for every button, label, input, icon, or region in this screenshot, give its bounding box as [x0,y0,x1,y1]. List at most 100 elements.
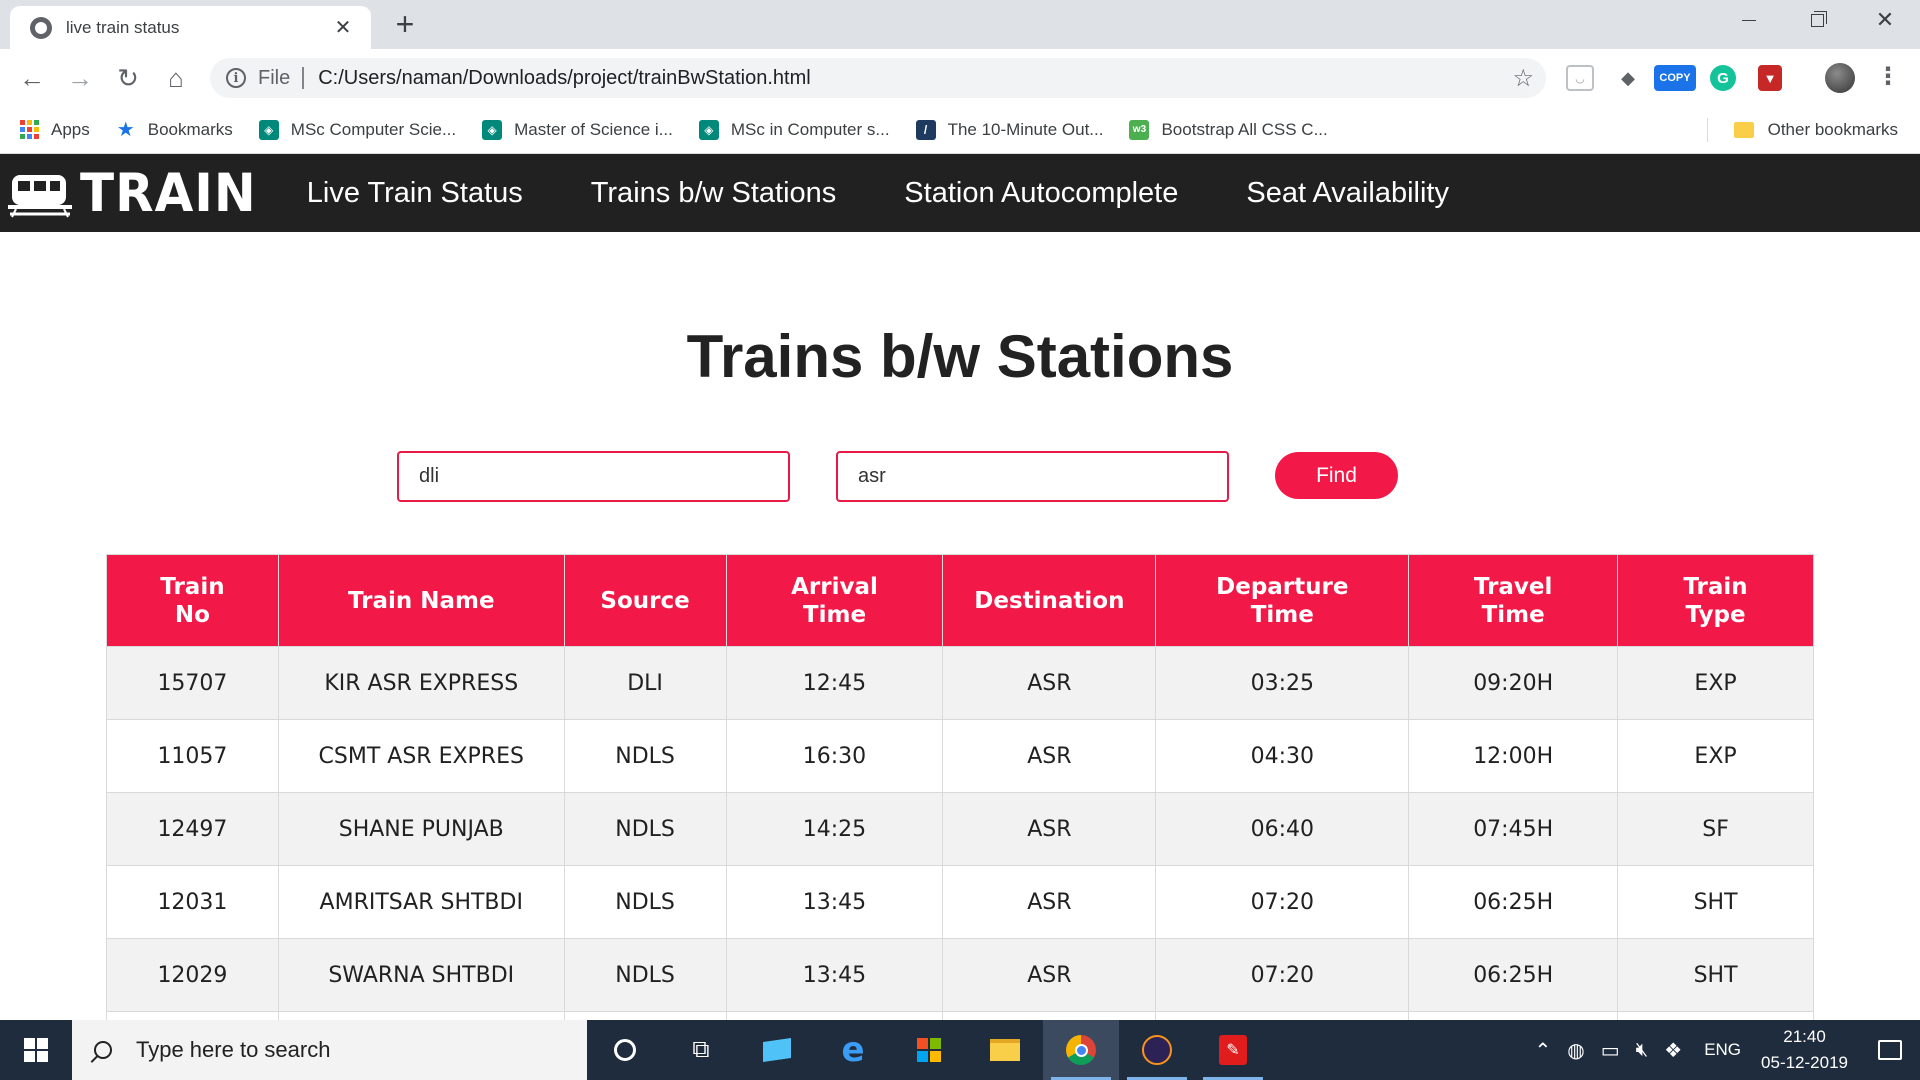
task-view-icon[interactable]: ⧉ [663,1020,739,1080]
table-row: 15707 KIR ASR EXPRESS DLI 12:45 ASR 03:2… [106,646,1814,720]
cortana-icon[interactable] [587,1020,663,1080]
cell-destination: ASR [942,792,1157,866]
profile-avatar[interactable] [1825,63,1855,93]
source-station-input[interactable] [397,451,790,502]
bookmark-bootstrap-css[interactable]: w3 Bootstrap All CSS C... [1129,119,1328,140]
cell-departure: 07:20 [1155,938,1410,1012]
pc-app-icon[interactable] [739,1020,815,1080]
taskbar-search-box[interactable]: Type here to search [72,1020,587,1080]
cell-departure: 07:20 [1155,865,1410,939]
search-icon [94,1041,112,1059]
cell-departure: 06:40 [1155,792,1410,866]
acrobat-icon[interactable]: ✎ [1195,1020,1271,1080]
back-icon[interactable]: ← [15,61,49,95]
grammarly-icon[interactable]: G [1710,65,1736,91]
university-icon: ◈ [258,119,279,140]
bookmark-msc-computer-science[interactable]: ◈ MSc Computer Scie... [258,119,456,140]
site-navbar: TRAIN Live Train Status Trains b/w Stati… [0,154,1920,232]
dropbox-icon[interactable]: ❖ [1664,1038,1682,1063]
folder-icon [1733,122,1754,138]
table-row: 12029 SWARNA SHTBDI NDLS 13:45 ASR 07:20… [106,938,1814,1012]
language-indicator[interactable]: ENG [1704,1040,1741,1060]
cell-train-name: CSMT ASR EXPRES [277,719,565,793]
tab-title: live train status [66,17,180,37]
bookmark-msc-in-computer[interactable]: ◈ MSc in Computer s... [698,119,890,140]
copy-extension-icon[interactable]: COPY [1654,65,1696,91]
chevron-up-icon[interactable]: ⌃ [1535,1038,1552,1063]
cell-train-no: 15707 [106,646,279,720]
cell-arrival: 14:25 [725,792,944,866]
globe-icon [30,16,52,39]
table-row: 11057 CSMT ASR EXPRES NDLS 16:30 ASR 04:… [106,719,1814,793]
cell-train-name: KIR ASR EXPRESS [277,646,565,720]
table-header-row: Train No Train Name Source Arrival Time De… [106,554,1814,647]
other-bookmarks[interactable]: Other bookmarks [1733,106,1898,154]
url-text[interactable]: C:/Users/naman/Downloads/project/trainBw… [318,67,1512,90]
cell-train-type: EXP [1617,646,1814,720]
w3-icon: w3 [1129,119,1150,140]
shield-extension-icon[interactable]: ▼ [1758,65,1782,91]
close-tab-icon[interactable]: ✕ [331,15,355,40]
cell-train-no: 11057 [106,719,279,793]
nav-live-train-status[interactable]: Live Train Status [307,177,523,210]
header-train-type: Train Type [1617,554,1814,647]
close-window-button[interactable]: ✕ [1851,0,1919,40]
reload-icon[interactable]: ↻ [111,61,145,95]
nav-seat-availability[interactable]: Seat Availability [1246,177,1449,210]
notifications-icon[interactable] [1860,1020,1920,1080]
bookmark-label: Bootstrap All CSS C... [1161,119,1328,139]
taskbar-clock[interactable]: 21:40 05-12-2019 [1761,1024,1848,1076]
cell-train-no: 12031 [106,865,279,939]
pocket-extension-icon[interactable]: ◡ [1566,65,1594,91]
eclipse-icon[interactable] [1119,1020,1195,1080]
bookmark-10-minute-outline[interactable]: / The 10-Minute Out... [915,119,1103,140]
globe-network-icon[interactable]: ◍ [1567,1038,1584,1063]
file-explorer-icon[interactable] [967,1020,1043,1080]
cell-train-name: AMRITSAR SHTBDI [277,865,565,939]
nav-trains-between-stations[interactable]: Trains b/w Stations [591,177,837,210]
edge-icon[interactable]: e [815,1020,891,1080]
bookmark-label: Bookmarks [147,119,233,139]
site-logo[interactable]: TRAIN [6,163,257,223]
menu-kebab-icon[interactable]: ⋮ [1876,61,1900,93]
cell-arrival: 13:45 [725,938,944,1012]
clock-date: 05-12-2019 [1761,1053,1848,1072]
bookmarks-bar: Apps ★ Bookmarks ◈ MSc Computer Scie... … [0,106,1920,154]
browser-tab-strip: live train status ✕ + ✕ [0,0,1920,49]
chrome-taskbar-icon[interactable] [1043,1020,1119,1080]
bookmark-apps[interactable]: Apps [20,120,90,140]
clock-time: 21:40 [1783,1027,1826,1046]
cell-source: NDLS [563,865,727,939]
nav-station-autocomplete[interactable]: Station Autocomplete [904,177,1178,210]
bookmark-master-of-science[interactable]: ◈ Master of Science i... [482,119,673,140]
destination-station-input[interactable] [836,451,1229,502]
forward-icon[interactable]: → [63,61,97,95]
cell-source: NDLS [563,719,727,793]
cell-train-type: SHT [1617,865,1814,939]
minimize-window-button[interactable] [1715,0,1783,40]
bookmark-label: Master of Science i... [514,119,673,139]
table-row: 12497 SHANE PUNJAB NDLS 14:25 ASR 06:40 … [106,792,1814,866]
cell-source: NDLS [563,938,727,1012]
volume-muted-icon[interactable]: 🔇︎ [1636,1039,1649,1062]
home-icon[interactable]: ⌂ [159,61,193,95]
cell-travel-time: 12:00H [1408,719,1619,793]
find-button[interactable]: Find [1275,452,1398,499]
browser-tab[interactable]: live train status ✕ [10,6,371,49]
extension-icon[interactable]: ◆ [1614,65,1642,91]
store-icon[interactable] [891,1020,967,1080]
cell-departure: 04:30 [1155,719,1410,793]
other-bookmarks-label: Other bookmarks [1767,120,1898,139]
university-icon: ◈ [482,119,503,140]
cell-arrival: 16:30 [725,719,944,793]
header-travel-time: Travel Time [1408,554,1619,647]
new-tab-icon[interactable]: + [388,7,422,41]
battery-icon[interactable]: ▭ [1601,1038,1620,1063]
restore-window-button[interactable] [1783,0,1851,40]
bookmark-bookmarks[interactable]: ★ Bookmarks [116,119,233,141]
address-bar[interactable]: i File C:/Users/naman/Downloads/project/… [210,58,1546,98]
bookmark-star-icon[interactable]: ☆ [1512,64,1534,93]
start-button[interactable] [0,1020,72,1080]
info-icon[interactable]: i [226,68,246,88]
cell-train-no: 12497 [106,792,279,866]
